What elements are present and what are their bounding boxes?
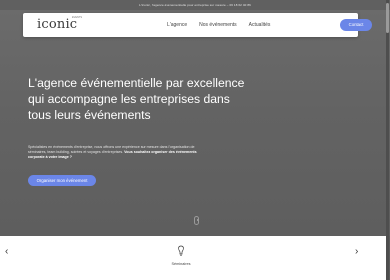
carousel-prev-icon[interactable]: ‹ [5,246,8,258]
nav-links: L'agence Nos événements Actualités [167,13,282,37]
nav-link-evenements[interactable]: Nos événements [199,22,237,28]
announcement-bar: L'Iconic, l'agence événementielle pour e… [0,0,390,10]
page-scrollbar[interactable] [386,0,389,280]
services-carousel: ‹ Séminaires › [0,236,386,280]
navbar: iconic EVENTS L'agence Nos événements Ac… [23,13,372,37]
logo-tagline: EVENTS [72,16,83,19]
nav-link-agence[interactable]: L'agence [167,22,187,28]
contact-button[interactable]: Contact [340,19,372,31]
hero-headline: L'agence événementielle par excellence q… [28,76,245,122]
carousel-item-label: Séminaires [171,262,191,266]
hero-section [0,10,390,236]
hero-description: Spécialistes en événements d'entreprise,… [28,145,200,161]
carousel-next-icon[interactable]: › [355,246,358,258]
scrollbar-thumb[interactable] [386,3,389,33]
organize-event-button[interactable]: Organiser mon événement [28,175,96,186]
announcement-text: L'Iconic, l'agence événementielle pour e… [139,3,251,7]
scroll-mouse-icon [194,216,199,225]
nav-link-actualites[interactable]: Actualités [249,22,271,28]
seminar-icon [178,245,184,256]
